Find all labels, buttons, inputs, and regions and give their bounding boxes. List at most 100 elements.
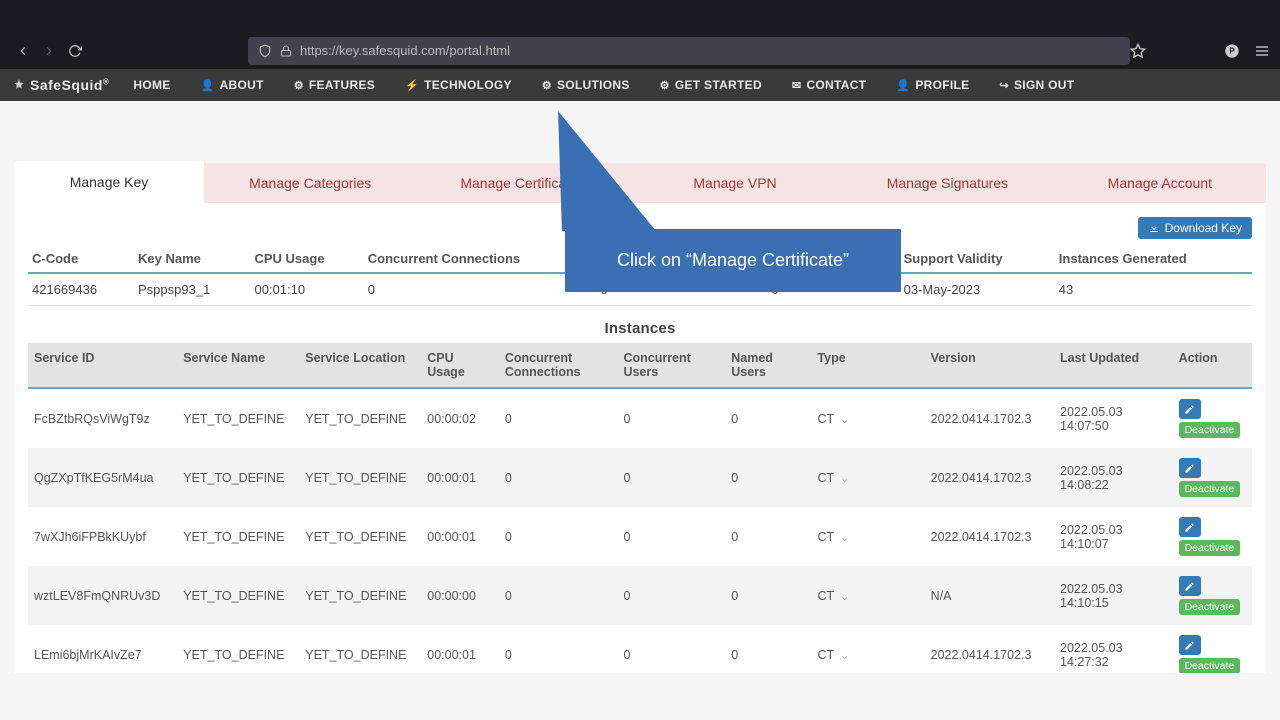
- svg-text:P: P: [1229, 46, 1235, 55]
- instances-table: Service ID Service Name Service Location…: [28, 343, 1252, 673]
- ih-service-name: Service Name: [177, 343, 299, 388]
- cell-service-id: QgZXpTfKEG5rM4ua: [28, 448, 177, 507]
- cell-last-updated: 2022.05.03 14:10:15: [1054, 566, 1173, 625]
- cell-conc-conn: 0: [499, 625, 618, 673]
- manage-key-panel: Download Key C-Code Key Name CPU Usage C…: [14, 203, 1266, 673]
- nav-profile[interactable]: 👤PROFILE: [884, 69, 981, 101]
- cell-cpu: 00:00:01: [421, 625, 499, 673]
- tab-manage-certificates[interactable]: Manage Certificates: [416, 163, 628, 203]
- user-icon: 👤: [201, 79, 215, 92]
- tab-manage-vpn[interactable]: Manage VPN: [629, 163, 841, 203]
- ih-service-id: Service ID: [28, 343, 177, 388]
- edit-button[interactable]: [1179, 576, 1201, 596]
- deactivate-button[interactable]: Deactivate: [1179, 658, 1241, 673]
- tab-manage-account[interactable]: Manage Account: [1054, 163, 1266, 203]
- profile-icon[interactable]: P: [1224, 43, 1240, 59]
- cogs-icon: ⚙: [660, 79, 670, 92]
- bookmark-star-icon[interactable]: [1130, 43, 1146, 59]
- ih-service-location: Service Location: [299, 343, 421, 388]
- deactivate-button[interactable]: Deactivate: [1179, 422, 1241, 438]
- nav-about[interactable]: 👤ABOUT: [189, 69, 276, 101]
- hamburger-menu-icon[interactable]: [1254, 43, 1270, 59]
- cell-version: 2022.0414.1702.3: [925, 625, 1054, 673]
- cell-type: CT⌄: [811, 625, 924, 673]
- table-row: 7wXJh6iFPBkKUybfYET_TO_DEFINEYET_TO_DEFI…: [28, 507, 1252, 566]
- nav-solutions[interactable]: ⚙SOLUTIONS: [530, 69, 642, 101]
- cell-service-name: YET_TO_DEFINE: [177, 388, 299, 448]
- col-conc-users: Concurrent Users: [596, 245, 767, 273]
- edit-button[interactable]: [1179, 458, 1201, 478]
- cell-named-users: 0: [725, 566, 811, 625]
- ih-named-users: Named Users: [725, 343, 811, 388]
- url-input[interactable]: https://key.safesquid.com/portal.html: [248, 37, 1130, 65]
- nav-get-started[interactable]: ⚙GET STARTED: [648, 69, 774, 101]
- chevron-down-icon[interactable]: ⌄: [840, 650, 849, 662]
- cell-service-name: YET_TO_DEFINE: [177, 566, 299, 625]
- col-support: Support Validity: [900, 245, 1055, 273]
- chevron-down-icon[interactable]: ⌄: [840, 414, 849, 426]
- edit-button[interactable]: [1179, 399, 1201, 419]
- app-top-nav: SafeSquid® HOME 👤ABOUT ⚙FEATURES ⚡TECHNO…: [0, 69, 1280, 101]
- cell-service-location: YET_TO_DEFINE: [299, 448, 421, 507]
- deactivate-button[interactable]: Deactivate: [1179, 481, 1241, 497]
- val-keyname: Psppsp93_1: [134, 273, 250, 306]
- cell-last-updated: 2022.05.03 14:08:22: [1054, 448, 1173, 507]
- edit-button[interactable]: [1179, 517, 1201, 537]
- deactivate-button[interactable]: Deactivate: [1179, 599, 1241, 615]
- forward-button[interactable]: [36, 38, 62, 64]
- cell-service-id: 7wXJh6iFPBkKUybf: [28, 507, 177, 566]
- val-cpu: 00:01:10: [250, 273, 363, 306]
- ih-type: Type: [811, 343, 924, 388]
- chevron-down-icon[interactable]: ⌄: [840, 532, 849, 544]
- cell-conc-users: 0: [617, 388, 725, 448]
- cell-conc-users: 0: [617, 448, 725, 507]
- cell-cpu: 00:00:00: [421, 566, 499, 625]
- col-conc-conn: Concurrent Connections: [364, 245, 597, 273]
- table-row: QgZXpTfKEG5rM4uaYET_TO_DEFINEYET_TO_DEFI…: [28, 448, 1252, 507]
- url-text: https://key.safesquid.com/portal.html: [300, 43, 510, 58]
- nav-technology[interactable]: ⚡TECHNOLOGY: [393, 69, 524, 101]
- ih-action: Action: [1173, 343, 1252, 388]
- reload-button[interactable]: [62, 38, 88, 64]
- cell-type: CT⌄: [811, 388, 924, 448]
- val-support: 03-May-2023: [900, 273, 1055, 306]
- download-key-button[interactable]: Download Key: [1138, 217, 1252, 239]
- back-button[interactable]: [10, 38, 36, 64]
- tab-manage-categories[interactable]: Manage Categories: [204, 163, 416, 203]
- cell-cpu: 00:00:01: [421, 507, 499, 566]
- cell-conc-users: 0: [617, 507, 725, 566]
- cell-service-location: YET_TO_DEFINE: [299, 566, 421, 625]
- cell-action: Deactivate: [1173, 507, 1252, 566]
- cell-version: 2022.0414.1702.3: [925, 507, 1054, 566]
- col-named-users: Named Users: [767, 245, 899, 273]
- shield-icon: [258, 44, 272, 58]
- nav-home[interactable]: HOME: [121, 69, 182, 101]
- cell-last-updated: 2022.05.03 14:10:07: [1054, 507, 1173, 566]
- chevron-down-icon[interactable]: ⌄: [840, 473, 849, 485]
- lock-icon: [280, 45, 292, 57]
- cell-service-location: YET_TO_DEFINE: [299, 388, 421, 448]
- col-ccode: C-Code: [28, 245, 134, 273]
- cell-cpu: 00:00:01: [421, 448, 499, 507]
- cell-service-id: wztLEV8FmQNRUv3D: [28, 566, 177, 625]
- app-logo[interactable]: SafeSquid®: [12, 77, 109, 93]
- edit-button[interactable]: [1179, 635, 1201, 655]
- key-summary-table: C-Code Key Name CPU Usage Concurrent Con…: [28, 245, 1252, 306]
- nav-sign-out[interactable]: ↪SIGN OUT: [987, 69, 1086, 101]
- tab-manage-key[interactable]: Manage Key: [14, 161, 204, 203]
- nav-contact[interactable]: ✉CONTACT: [780, 69, 878, 101]
- deactivate-button[interactable]: Deactivate: [1179, 540, 1241, 556]
- ih-last-updated: Last Updated: [1054, 343, 1173, 388]
- cell-type: CT⌄: [811, 448, 924, 507]
- val-instances: 43: [1055, 273, 1252, 306]
- table-row: LEmi6bjMrKAIvZe7YET_TO_DEFINEYET_TO_DEFI…: [28, 625, 1252, 673]
- val-named-users: 0: [767, 273, 899, 306]
- cell-named-users: 0: [725, 507, 811, 566]
- cell-conc-conn: 0: [499, 566, 618, 625]
- tab-manage-signatures[interactable]: Manage Signatures: [841, 163, 1053, 203]
- table-row: FcBZtbRQsViWgT9zYET_TO_DEFINEYET_TO_DEFI…: [28, 388, 1252, 448]
- nav-features[interactable]: ⚙FEATURES: [282, 69, 387, 101]
- cell-action: Deactivate: [1173, 566, 1252, 625]
- cell-service-location: YET_TO_DEFINE: [299, 625, 421, 673]
- chevron-down-icon[interactable]: ⌄: [840, 591, 849, 603]
